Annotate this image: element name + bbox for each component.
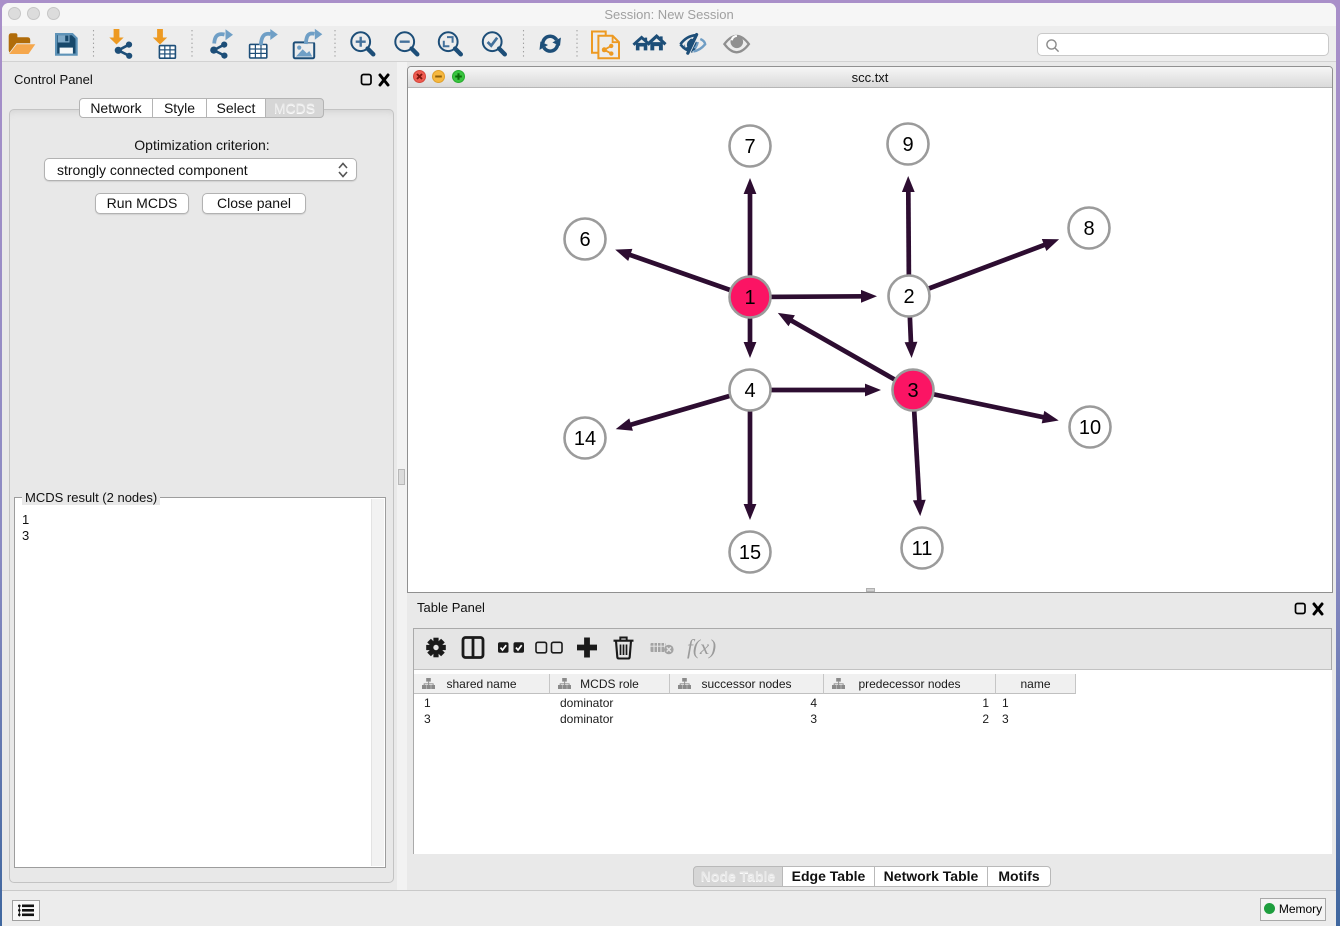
svg-text:3: 3: [907, 380, 918, 402]
svg-text:7: 7: [744, 136, 755, 158]
svg-text:15: 15: [739, 542, 761, 564]
svg-text:10: 10: [1079, 417, 1101, 439]
svg-text:6: 6: [579, 229, 590, 251]
svg-text:9: 9: [902, 134, 913, 156]
svg-text:1: 1: [744, 287, 755, 309]
svg-text:8: 8: [1083, 218, 1094, 240]
svg-text:4: 4: [744, 380, 755, 402]
svg-text:11: 11: [912, 538, 933, 560]
svg-text:14: 14: [574, 428, 596, 450]
svg-text:2: 2: [903, 286, 914, 308]
